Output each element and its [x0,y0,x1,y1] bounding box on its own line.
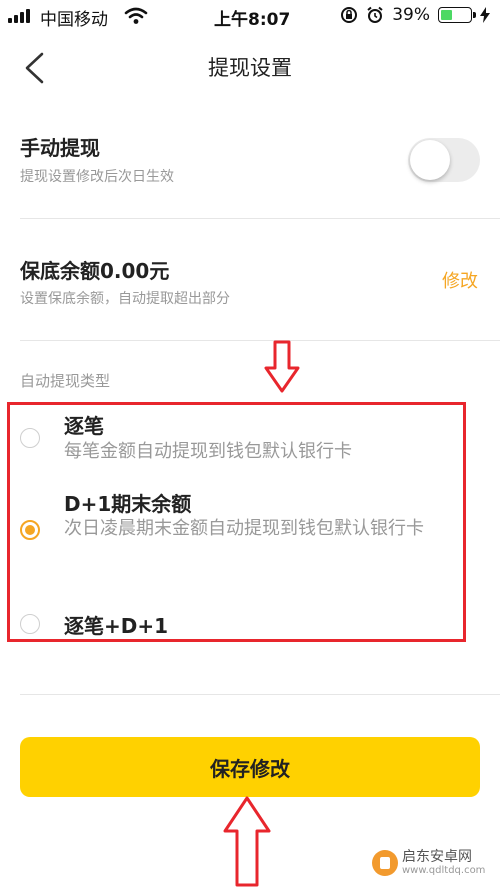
battery-icon [438,7,476,23]
battery-percent: 39% [392,5,430,25]
annotation-highlight-box [7,402,466,642]
status-bar: 中国移动 上午8:07 39% [0,0,500,34]
watermark-logo-icon [372,850,398,876]
status-right: 39% [340,5,490,25]
divider [20,694,500,695]
auto-withdraw-type-label: 自动提现类型 [20,372,111,390]
clock: 上午8:07 [214,10,291,30]
toggle-knob [410,140,450,180]
min-balance-subtitle: 设置保底余额，自动提取超出部分 [20,291,230,307]
manual-withdraw-toggle[interactable] [408,138,480,182]
carrier-name: 中国移动 [40,10,108,30]
manual-withdraw-title: 手动提现 [20,136,100,160]
annotation-arrow-up-icon [223,796,271,887]
page-title: 提现设置 [208,56,292,80]
rotation-lock-icon [341,7,358,23]
watermark-name: 启东安卓网 [402,849,472,865]
watermark: 启东安卓网 www.qdltdq.com [372,850,485,876]
signal-icon [8,9,38,23]
divider [20,340,500,341]
save-changes-button[interactable]: 保存修改 [20,737,480,797]
manual-withdraw-subtitle: 提现设置修改后次日生效 [20,169,174,185]
charging-icon [480,7,490,23]
save-button-label: 保存修改 [210,756,290,781]
divider [20,218,500,219]
alarm-icon [367,6,383,23]
edit-min-balance-link[interactable]: 修改 [442,267,478,293]
annotation-arrow-down-icon [264,340,300,393]
min-balance-title: 保底余额0.00元 [20,259,170,283]
watermark-url: www.qdltdq.com [402,865,486,876]
wifi-icon [124,7,148,24]
